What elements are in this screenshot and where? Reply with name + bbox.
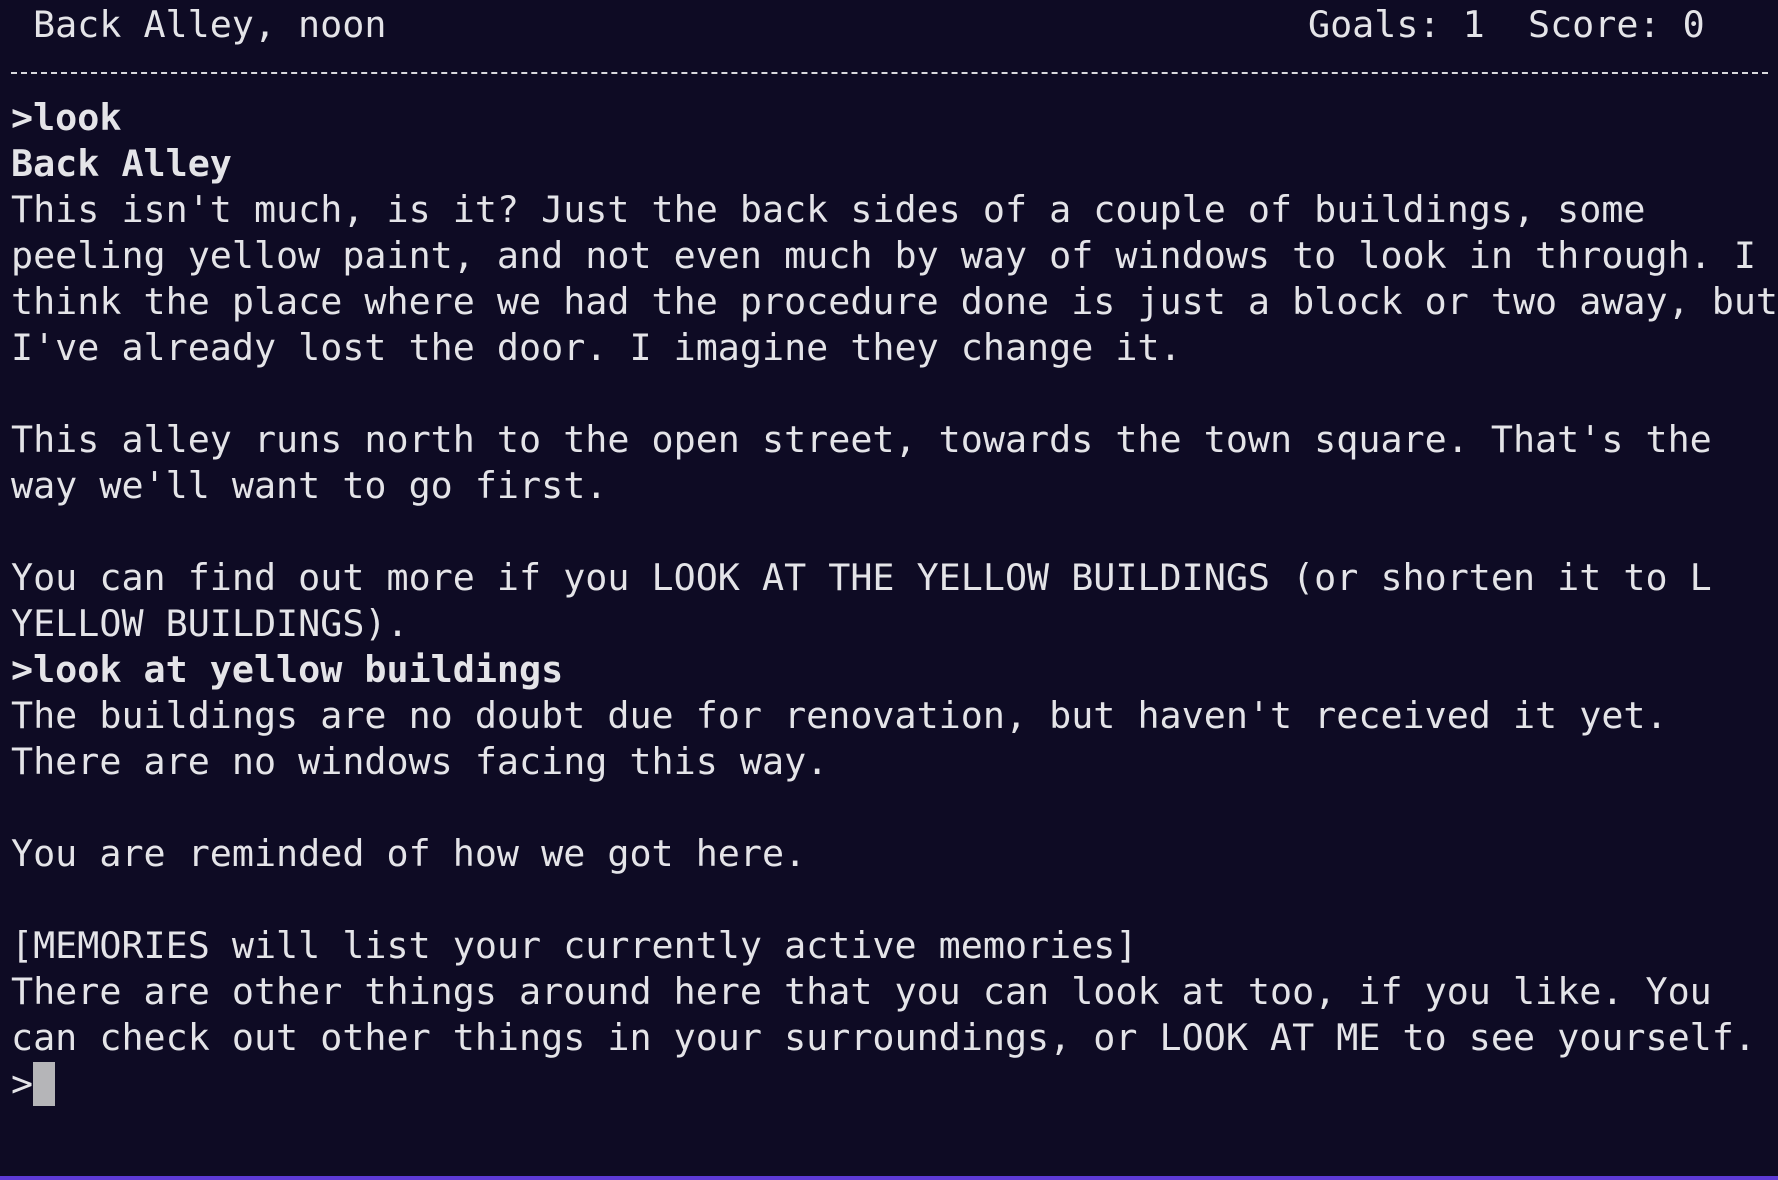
- room-description-line: I've already lost the door. I imagine th…: [11, 326, 1182, 369]
- window-bottom-border: [0, 1176, 1778, 1180]
- exit-description-line: This alley runs north to the open street…: [11, 418, 1712, 461]
- terminal-window: Back Alley, noon Goals: 1 Score: 0 >look…: [0, 0, 1778, 1176]
- response-line: The buildings are no doubt due for renov…: [11, 694, 1668, 737]
- memories-hint-line: [MEMORIES will list your currently activ…: [11, 924, 1138, 967]
- status-goals: Goals: 1: [1308, 3, 1485, 46]
- hint-line: YELLOW BUILDINGS).: [11, 602, 409, 645]
- status-location: Back Alley, noon: [33, 3, 387, 46]
- status-divider: [11, 72, 1768, 74]
- hint-line: You can find out more if you LOOK AT THE…: [11, 556, 1712, 599]
- exit-description-line: way we'll want to go first.: [11, 464, 608, 507]
- response-line: You are reminded of how we got here.: [11, 832, 807, 875]
- player-command: >look at yellow buildings: [11, 648, 564, 691]
- room-description-line: think the place where we had the procedu…: [11, 280, 1778, 323]
- status-bar: Back Alley, noon Goals: 1 Score: 0: [0, 0, 1778, 48]
- response-line: There are no windows facing this way.: [11, 740, 829, 783]
- command-prompt: >: [11, 1062, 34, 1105]
- room-description-line: peeling yellow paint, and not even much …: [11, 234, 1756, 277]
- response-line: There are other things around here that …: [11, 970, 1712, 1013]
- room-title: Back Alley: [11, 142, 232, 185]
- room-description-line: This isn't much, is it? Just the back si…: [11, 188, 1646, 231]
- text-cursor[interactable]: [33, 1062, 56, 1106]
- status-score: Score: 0: [1528, 3, 1705, 46]
- response-line: can check out other things in your surro…: [11, 1016, 1756, 1059]
- command-input-line[interactable]: >: [11, 1061, 1771, 1107]
- game-transcript: >look Back Alley This isn't much, is it?…: [11, 95, 1778, 1107]
- player-command: >look: [11, 96, 122, 139]
